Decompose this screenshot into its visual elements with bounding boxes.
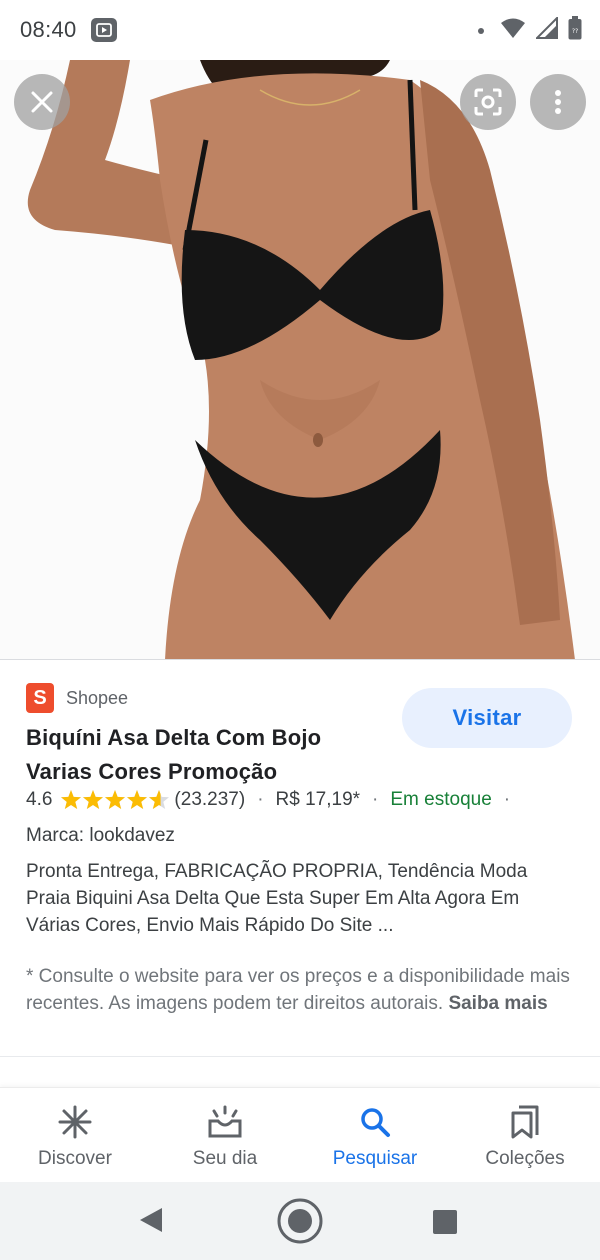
product-image[interactable] — [0, 60, 600, 660]
shopee-logo-icon: S — [26, 683, 54, 713]
recents-icon[interactable] — [432, 1209, 458, 1235]
nav-label: Seu dia — [192, 1148, 258, 1169]
nav-label: Discover — [38, 1148, 112, 1169]
product-description: Pronta Entrega, FABRICAÇÃO PROPRIA, Tend… — [26, 861, 528, 936]
price: R$ 17,19* — [275, 789, 361, 810]
product-title[interactable]: Biquíni Asa Delta Com Bojo Varias Cores … — [26, 721, 386, 789]
rating-row: 4.6 (23.237) · R$ 17,19* · Em estoque · — [26, 789, 522, 811]
nav-seu-dia[interactable]: Seu dia — [150, 1088, 300, 1182]
back-icon[interactable] — [138, 1206, 164, 1234]
star-rating-icon — [61, 790, 170, 809]
close-button[interactable] — [14, 74, 70, 130]
nav-label: Coleções — [485, 1148, 565, 1169]
brand-label: Marca: lookdavez — [26, 825, 175, 846]
nav-label: Pesquisar — [332, 1148, 418, 1169]
more-vert-icon — [554, 89, 562, 115]
product-photo — [0, 60, 600, 659]
svg-text:??: ?? — [572, 28, 578, 35]
close-icon — [30, 90, 54, 114]
lens-icon — [473, 87, 503, 117]
notification-dot-icon — [478, 27, 484, 34]
separator: · — [503, 789, 511, 810]
source-row[interactable]: S Shopee — [26, 683, 128, 713]
nav-discover[interactable]: Discover — [0, 1088, 150, 1182]
wifi-icon — [500, 17, 526, 44]
more-options-button[interactable] — [530, 74, 586, 130]
nav-colecoes[interactable]: Coleções — [450, 1088, 600, 1182]
separator: · — [257, 789, 264, 810]
asterisk-icon — [55, 1102, 95, 1142]
star-filled-icon — [105, 790, 126, 809]
learn-more-link[interactable]: Saiba mais — [448, 993, 547, 1014]
collections-icon — [505, 1102, 545, 1142]
star-filled-icon — [83, 790, 104, 809]
home-icon[interactable] — [276, 1197, 324, 1245]
battery-icon: ?? — [568, 16, 582, 45]
product-result-card: S Shopee Visitar Biquíni Asa Delta Com B… — [0, 661, 600, 1057]
search-icon — [355, 1102, 395, 1142]
bottom-navigation: Discover Seu dia Pesquisar Coleções — [0, 1087, 600, 1182]
rating-value: 4.6 — [26, 789, 53, 810]
signal-icon — [534, 15, 558, 44]
youtube-notification-icon — [90, 18, 117, 42]
status-time: 08:40 — [20, 17, 77, 42]
lens-button[interactable] — [460, 74, 516, 130]
star-filled-icon — [127, 790, 148, 809]
rating-stars — [60, 789, 170, 811]
system-navigation-bar — [0, 1182, 600, 1260]
sunrise-icon — [205, 1102, 245, 1142]
status-icons: ?? — [478, 15, 582, 45]
rating-count: (23.237) — [174, 789, 246, 810]
separator: · — [372, 789, 379, 810]
disclaimer: * Consulte o website para ver os preços … — [26, 963, 576, 1017]
source-name: Shopee — [66, 687, 129, 708]
visit-button[interactable]: Visitar — [402, 688, 572, 748]
status-bar: 08:40 ?? — [0, 0, 600, 60]
nav-pesquisar[interactable]: Pesquisar — [300, 1088, 450, 1182]
star-filled-icon — [61, 790, 82, 809]
stock-status: Em estoque — [390, 789, 492, 810]
